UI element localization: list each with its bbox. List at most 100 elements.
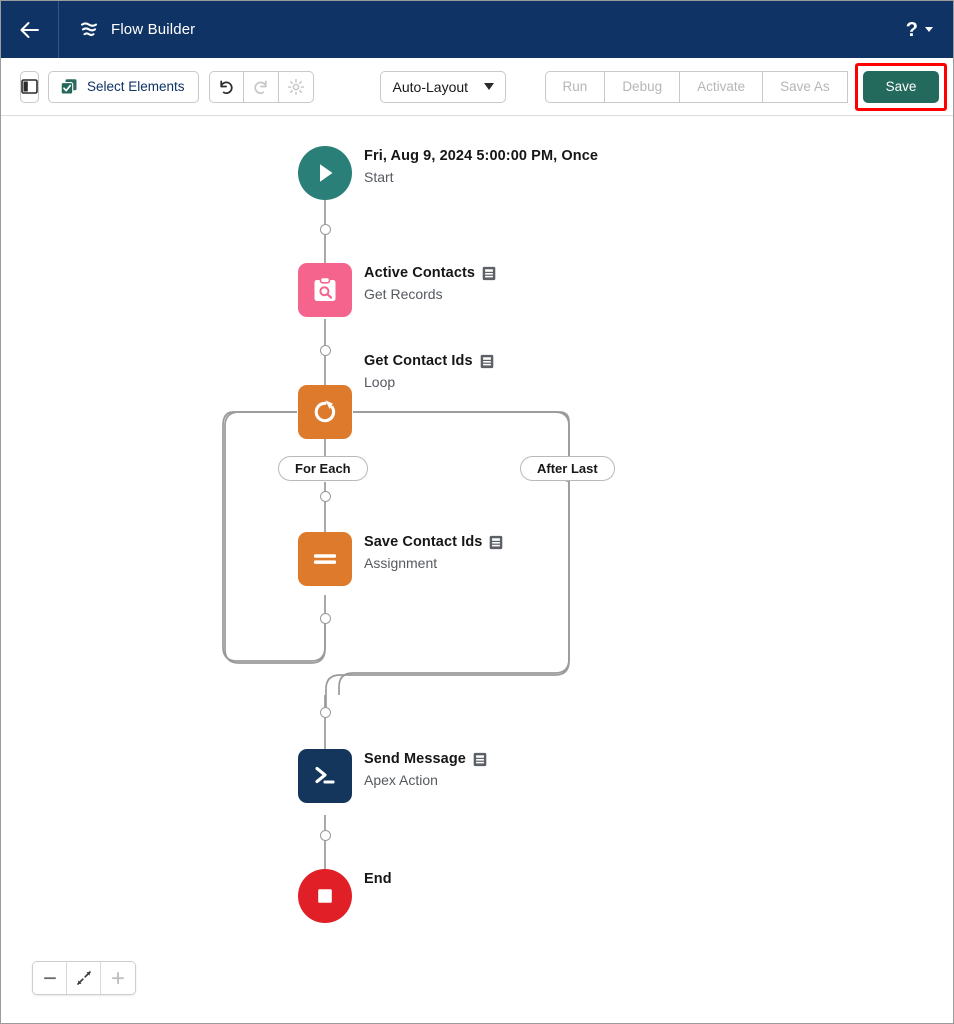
branch-label-after-last[interactable]: After Last <box>520 456 615 481</box>
add-element-dot[interactable] <box>320 345 331 356</box>
assignment-node-shape[interactable] <box>298 532 352 586</box>
flow-canvas[interactable]: Fri, Aug 9, 2024 5:00:00 PM, Once Start … <box>1 117 953 1023</box>
record-badge-icon <box>490 535 503 549</box>
assignment-node-title: Save Contact Ids <box>364 534 483 550</box>
start-node-shape[interactable] <box>298 146 352 200</box>
app-header: Flow Builder ? <box>1 1 953 58</box>
loop-node-shape[interactable] <box>298 385 352 439</box>
get-records-node-text: Active Contacts Get Records <box>364 263 496 302</box>
record-badge-icon <box>480 354 493 368</box>
start-node-title: Fri, Aug 9, 2024 5:00:00 PM, Once <box>364 148 599 164</box>
debug-label: Debug <box>622 79 663 94</box>
flow-builder-logo-icon <box>80 21 98 36</box>
app-brand: Flow Builder <box>59 20 195 40</box>
settings-button[interactable] <box>278 70 314 103</box>
get-records-icon <box>314 276 336 301</box>
record-badge-icon <box>482 266 496 280</box>
zoom-out-button[interactable] <box>33 962 67 994</box>
play-icon <box>320 164 333 182</box>
flow-actions-group: Run Debug Activate Save As <box>544 70 848 103</box>
flow-node-start[interactable]: Fri, Aug 9, 2024 5:00:00 PM, Once Start <box>298 146 598 200</box>
start-node-title-row: Fri, Aug 9, 2024 5:00:00 PM, Once <box>364 148 598 164</box>
debug-button[interactable]: Debug <box>605 70 681 103</box>
flow-builder-app: Flow Builder ? Select Elements Auto-Layo… <box>0 0 954 1024</box>
chevron-down-icon <box>925 27 933 32</box>
flow-node-assignment[interactable]: Save Contact Ids Assignment <box>298 532 503 586</box>
save-as-label: Save As <box>780 79 830 94</box>
flow-node-loop[interactable]: Get Contact Ids Loop <box>298 353 494 439</box>
assignment-icon <box>314 554 336 564</box>
apex-action-node-title: Send Message <box>364 751 466 767</box>
loop-node-subtitle: Loop <box>364 374 396 390</box>
page-title: Flow Builder <box>111 21 196 38</box>
end-node-shape[interactable] <box>298 869 352 923</box>
select-elements-label: Select Elements <box>87 79 185 94</box>
plus-icon <box>112 972 124 985</box>
gear-icon <box>287 78 304 95</box>
select-elements-button[interactable]: Select Elements <box>48 70 199 103</box>
save-as-button[interactable]: Save As <box>763 70 848 103</box>
help-menu-button[interactable]: ? <box>906 20 953 40</box>
add-element-dot[interactable] <box>320 613 331 624</box>
assignment-node-subtitle: Assignment <box>364 555 438 571</box>
apex-action-node-subtitle: Apex Action <box>364 772 438 788</box>
redo-button[interactable] <box>243 70 279 103</box>
flow-node-apex-action[interactable]: Send Message Apex Action <box>298 749 487 803</box>
history-button-group <box>208 70 314 103</box>
layout-mode-select[interactable]: Auto-Layout <box>379 70 506 103</box>
loop-node-title-row: Get Contact Ids <box>364 353 494 369</box>
zoom-controls <box>32 961 136 995</box>
add-element-dot[interactable] <box>320 830 331 841</box>
save-label: Save <box>885 79 917 94</box>
stop-icon <box>318 889 332 903</box>
zoom-fit-button[interactable] <box>67 962 101 994</box>
flow-node-get-records[interactable]: Active Contacts Get Records <box>298 263 496 317</box>
branch-label-for-each[interactable]: For Each <box>278 456 368 481</box>
record-badge-icon <box>473 752 487 766</box>
select-elements-icon <box>60 78 77 95</box>
flow-node-end[interactable]: End <box>298 869 392 923</box>
get-records-node-subtitle: Get Records <box>364 286 443 302</box>
loop-node-text: Get Contact Ids Loop <box>364 351 494 390</box>
back-button[interactable] <box>1 1 59 58</box>
add-element-dot[interactable] <box>320 707 331 718</box>
toggle-left-panel-button[interactable] <box>20 70 39 103</box>
activate-button[interactable]: Activate <box>680 70 764 103</box>
add-element-dot[interactable] <box>320 224 331 235</box>
add-element-dot[interactable] <box>320 491 331 502</box>
end-node-title-row: End <box>364 871 392 887</box>
save-button[interactable]: Save <box>862 70 940 103</box>
apex-action-node-title-row: Send Message <box>364 751 487 767</box>
get-records-node-title: Active Contacts <box>364 265 476 281</box>
get-records-node-title-row: Active Contacts <box>364 265 496 281</box>
layout-mode-label: Auto-Layout <box>392 78 469 95</box>
apex-action-icon <box>315 766 335 784</box>
start-node-text: Fri, Aug 9, 2024 5:00:00 PM, Once Start <box>364 146 598 185</box>
redo-icon <box>253 80 267 94</box>
arrow-left-icon <box>20 21 39 38</box>
apex-action-node-shape[interactable] <box>298 749 352 803</box>
assignment-node-title-row: Save Contact Ids <box>364 534 503 550</box>
run-button[interactable]: Run <box>544 70 606 103</box>
minus-icon <box>43 977 56 980</box>
toolbar: Select Elements Auto-Layout Run Debug Ac… <box>1 58 953 116</box>
toggle-left-panel-icon <box>21 79 38 94</box>
fit-to-view-icon <box>76 971 91 985</box>
assignment-node-text: Save Contact Ids Assignment <box>364 532 503 571</box>
start-node-subtitle: Start <box>364 169 394 185</box>
undo-icon <box>220 80 233 94</box>
activate-label: Activate <box>697 79 746 94</box>
zoom-in-button[interactable] <box>101 962 135 994</box>
chevron-down-icon <box>484 83 495 90</box>
branch-label-after-last-text: After Last <box>537 461 598 476</box>
undo-button[interactable] <box>208 70 244 103</box>
end-node-text: End <box>364 869 392 887</box>
run-label: Run <box>562 79 588 94</box>
end-node-title: End <box>364 871 392 887</box>
help-icon: ? <box>905 18 918 41</box>
get-records-node-shape[interactable] <box>298 263 352 317</box>
loop-node-title: Get Contact Ids <box>364 353 473 369</box>
branch-label-for-each-text: For Each <box>295 461 351 476</box>
save-button-highlight: Save <box>854 62 948 111</box>
apex-action-node-text: Send Message Apex Action <box>364 749 487 788</box>
